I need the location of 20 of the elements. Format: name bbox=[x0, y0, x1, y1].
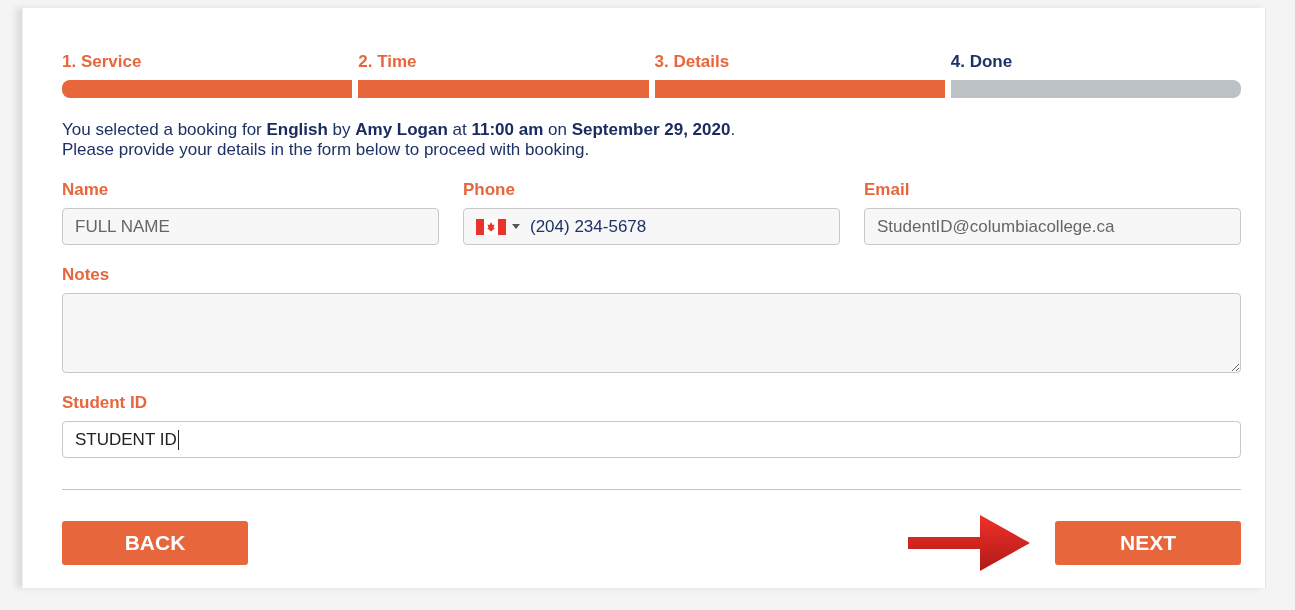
step-label[interactable]: 1. Service bbox=[62, 52, 142, 72]
phone-field[interactable]: (204) 234-5678 bbox=[463, 208, 840, 245]
step-label[interactable]: 3. Details bbox=[654, 52, 730, 72]
field-label: Phone bbox=[463, 180, 515, 200]
text-field[interactable]: StudentID@columbiacollege.ca bbox=[864, 208, 1241, 245]
field-label: Email bbox=[864, 180, 910, 200]
field-label: Name bbox=[62, 180, 109, 200]
caret-icon[interactable] bbox=[512, 224, 520, 229]
field-label: Student ID bbox=[62, 393, 147, 413]
back-button[interactable]: BACK bbox=[62, 521, 248, 565]
field-label: Notes bbox=[62, 265, 110, 285]
summary-text: You selected a booking for English by Amy Logan at 11:00 am on September 29, 2020. bbox=[62, 120, 737, 140]
summary-text: Please provide your details in the form below to proceed with booking. bbox=[62, 140, 591, 160]
notes-field[interactable] bbox=[62, 293, 1241, 373]
step-label[interactable]: 4. Done bbox=[950, 52, 1013, 72]
next-button[interactable]: NEXT bbox=[1055, 521, 1241, 565]
step-label[interactable]: 2. Time bbox=[358, 52, 417, 72]
student-id-field[interactable]: STUDENT ID bbox=[62, 421, 1241, 458]
flag-icon[interactable] bbox=[476, 218, 506, 235]
text-field[interactable]: FULL NAME bbox=[62, 208, 439, 245]
